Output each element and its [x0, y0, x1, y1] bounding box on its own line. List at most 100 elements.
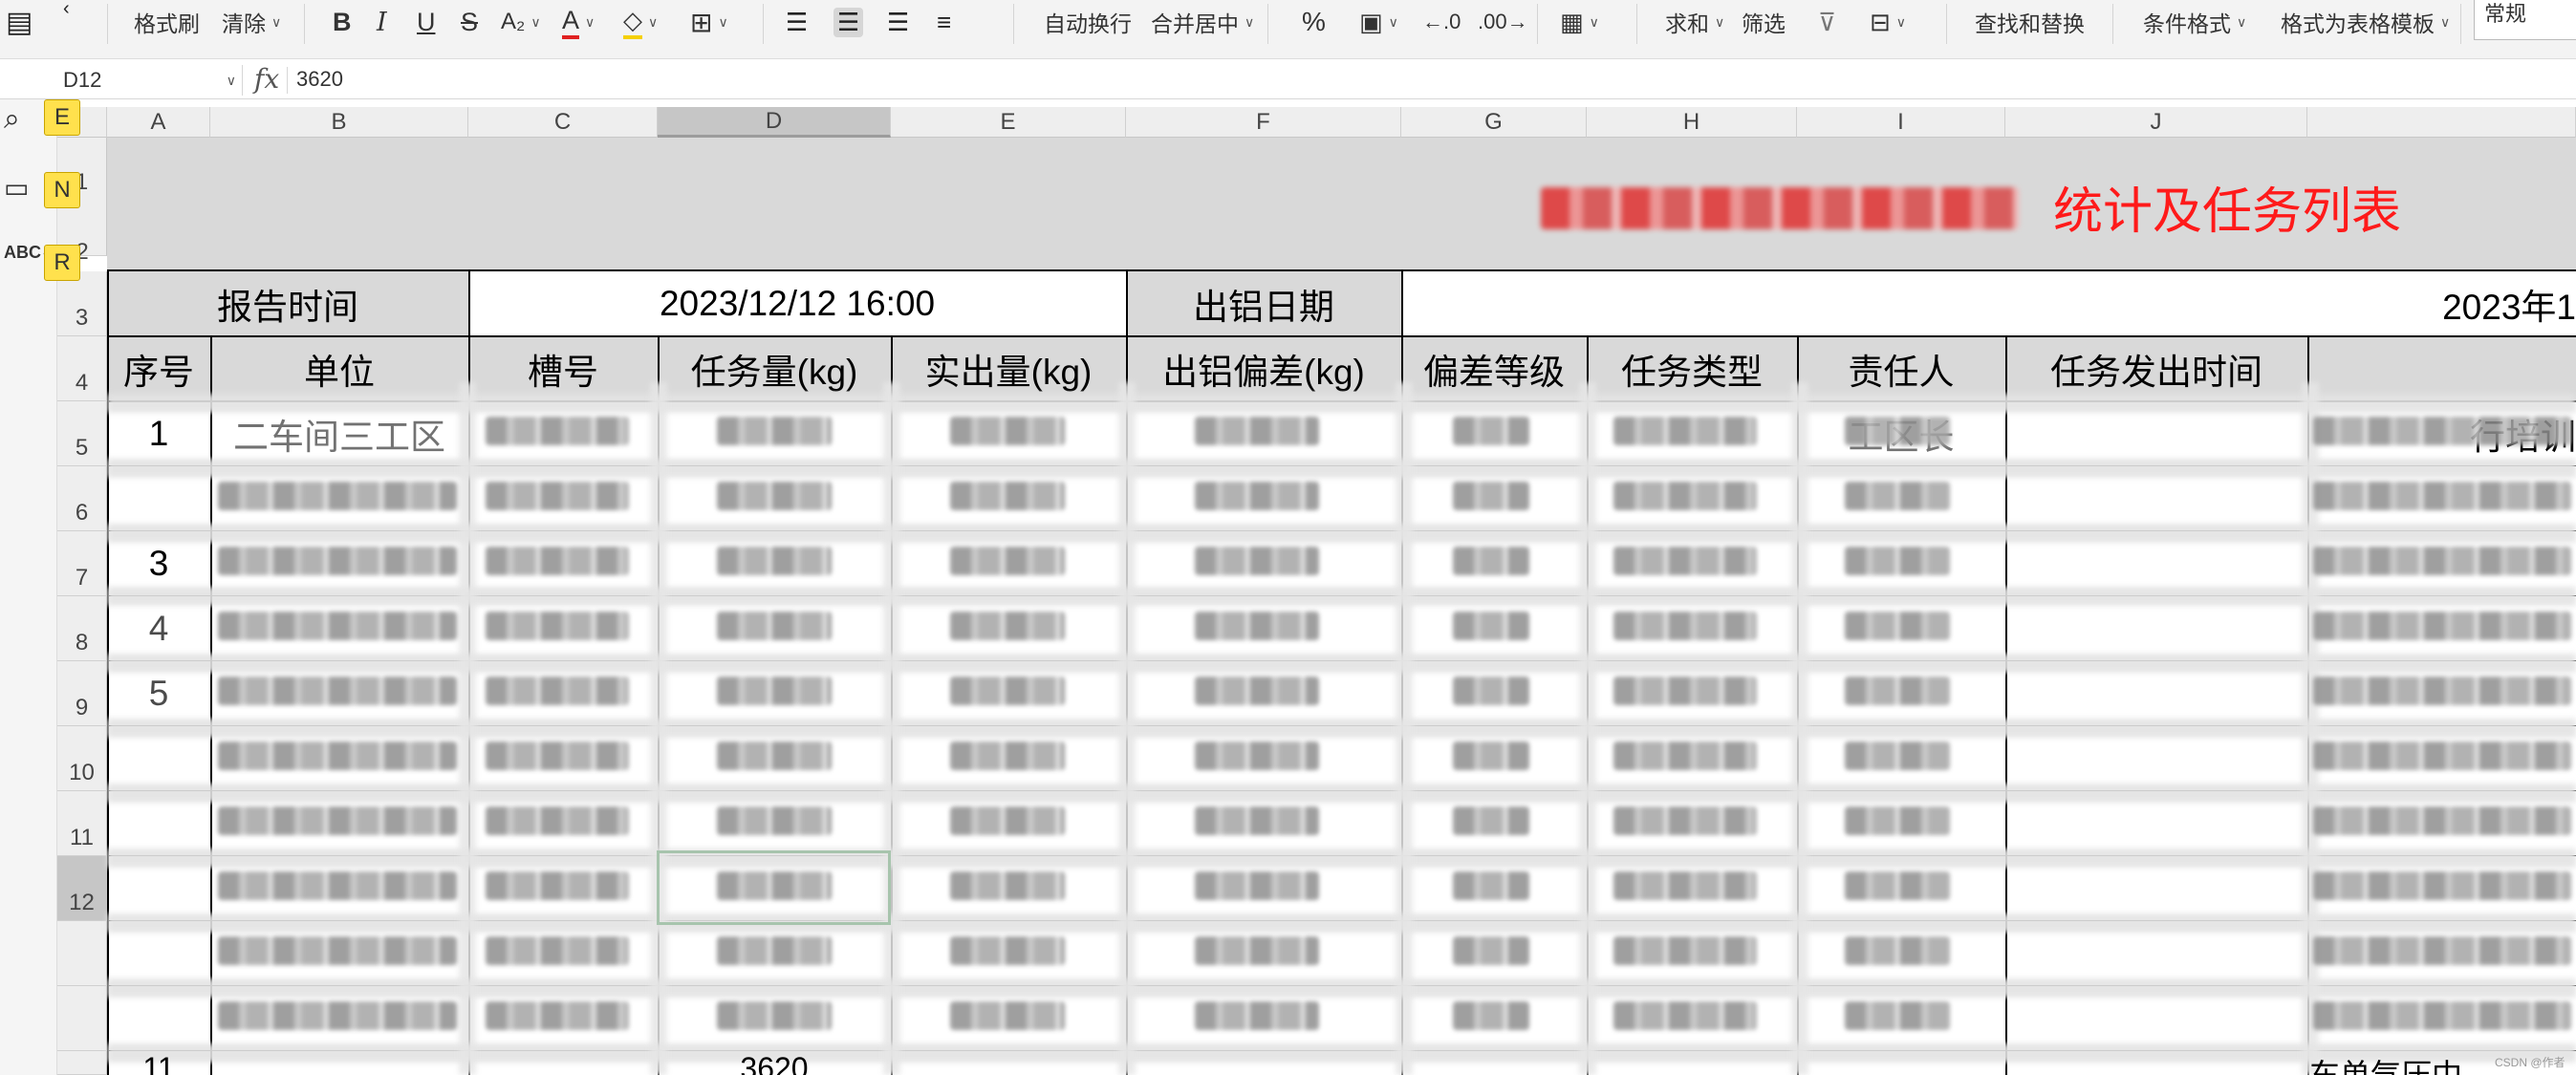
obscured-cell-content: [717, 612, 832, 640]
obscured-cell-content: [1453, 417, 1529, 445]
filter-button[interactable]: 筛选: [1742, 0, 1786, 44]
row-header-10[interactable]: 10: [57, 726, 107, 791]
column-header-g[interactable]: G: [1401, 107, 1587, 138]
column-header-a[interactable]: A: [107, 107, 210, 138]
subscript-button[interactable]: A₂ ∨: [501, 0, 541, 44]
clear-filter-button[interactable]: ⊽: [1818, 0, 1836, 44]
column-header-f[interactable]: F: [1126, 107, 1401, 138]
row15-note[interactable]: 车单气压中: [2309, 1051, 2500, 1075]
conditional-format-button[interactable]: 条件格式 ∨: [2143, 0, 2246, 44]
row-header-6[interactable]: 6: [57, 466, 107, 531]
row-header-8[interactable]: 8: [57, 596, 107, 661]
table-button[interactable]: ▦ ∨: [1560, 0, 1599, 44]
form-button[interactable]: ⊟ ∨: [1870, 0, 1906, 44]
active-cell-selection[interactable]: [657, 850, 891, 925]
tap-date-value[interactable]: 2023年1: [2428, 271, 2576, 336]
row-header-5[interactable]: 5: [57, 401, 107, 466]
auto-wrap-label: 自动换行: [1044, 11, 1132, 36]
column-header-e[interactable]: E: [891, 107, 1126, 138]
row-header-11[interactable]: 11: [57, 791, 107, 856]
fx-label: fx: [254, 63, 280, 95]
merge-center-button[interactable]: 合并居中 ∨: [1151, 0, 1254, 44]
justify-button[interactable]: ≡: [937, 0, 951, 44]
header-text: 序号: [123, 353, 194, 392]
row-header-3[interactable]: 3: [57, 271, 107, 336]
row15-seq[interactable]: 11: [107, 1051, 210, 1075]
auto-wrap-button[interactable]: 自动换行: [1044, 0, 1132, 44]
row7-seq[interactable]: 3: [107, 531, 210, 596]
column-header-h[interactable]: H: [1587, 107, 1797, 138]
header-seq[interactable]: 序号: [107, 336, 210, 401]
row5-unit[interactable]: 二车间三工区: [210, 401, 468, 466]
formula-input[interactable]: 3620: [296, 67, 343, 92]
row15-task[interactable]: 3620: [658, 1051, 891, 1075]
align-left-button[interactable]: ☰: [786, 0, 808, 44]
obscured-cell-content: [1453, 936, 1529, 965]
number-format-select[interactable]: 常规: [2474, 0, 2576, 40]
gridline: [107, 269, 2576, 271]
report-time-value[interactable]: 2023/12/12 16:00: [468, 271, 1126, 336]
clear-button[interactable]: 清除 ∨: [222, 0, 281, 44]
redaction-band: [107, 719, 2576, 738]
header-owner[interactable]: 责任人: [1797, 336, 2005, 401]
table-template-button[interactable]: 格式为表格模板 ∨: [2281, 0, 2450, 44]
currency-button[interactable]: ▣ ∨: [1359, 0, 1398, 44]
report-time-label-text: 报告时间: [217, 288, 358, 327]
font-color-button[interactable]: A ∨: [562, 0, 595, 44]
column-header-j[interactable]: J: [2005, 107, 2307, 138]
row-header-14[interactable]: [57, 986, 107, 1051]
bold-button[interactable]: B: [333, 0, 352, 44]
borders-button[interactable]: ⊞ ∨: [690, 0, 728, 44]
header-actual-amount[interactable]: 实出量(kg): [891, 336, 1126, 401]
row-header-7[interactable]: 7: [57, 531, 107, 596]
search-icon[interactable]: ⌕: [4, 103, 20, 136]
header-task-amount[interactable]: 任务量(kg): [658, 336, 891, 401]
find-replace-button[interactable]: 查找和替换: [1975, 0, 2085, 44]
obscured-cell-content: [1195, 871, 1319, 900]
column-header-i[interactable]: I: [1797, 107, 2005, 138]
col-label: F: [1256, 108, 1270, 135]
comment-icon[interactable]: ▭: [4, 172, 29, 204]
clear-filter-icon: ⊽: [1818, 7, 1837, 36]
obscured-cell-content: [1613, 806, 1757, 835]
redaction-band: [107, 849, 2576, 868]
row5-seq[interactable]: 1: [107, 401, 210, 466]
align-right-button[interactable]: ☰: [887, 0, 909, 44]
row9-seq[interactable]: 5: [107, 661, 210, 726]
paste-icon[interactable]: ▤: [6, 0, 32, 44]
row-header-12[interactable]: 12: [57, 856, 107, 921]
row-header-4[interactable]: 4: [57, 336, 107, 401]
increase-decimal-button[interactable]: .00→: [1478, 0, 1528, 44]
collapse-chevron-icon[interactable]: ‹: [63, 0, 70, 31]
name-box[interactable]: D12 ∨: [57, 65, 243, 96]
function-icon[interactable]: fx: [254, 63, 279, 95]
fill-color-button[interactable]: ◇ ∨: [623, 0, 658, 44]
row-header-9[interactable]: 9: [57, 661, 107, 726]
strikethrough-button[interactable]: S: [461, 0, 478, 44]
column-header-b[interactable]: B: [210, 107, 468, 138]
cell-ref: D12: [63, 68, 102, 92]
obscured-cell-content: [1453, 871, 1529, 900]
column-header-c[interactable]: C: [468, 107, 658, 138]
header-issue-time[interactable]: 任务发出时间: [2005, 336, 2307, 401]
row-label: 8: [75, 630, 89, 656]
sum-button[interactable]: 求和 ∨: [1665, 0, 1724, 44]
header-task-type[interactable]: 任务类型: [1587, 336, 1797, 401]
align-center-button[interactable]: ☰: [833, 0, 864, 44]
gridline: [2005, 336, 2007, 1075]
italic-button[interactable]: I: [377, 0, 387, 44]
format-painter-button[interactable]: 格式刷: [134, 0, 200, 44]
header-deviation-level[interactable]: 偏差等级: [1401, 336, 1587, 401]
underline-button[interactable]: U: [417, 0, 436, 44]
decrease-decimal-button[interactable]: ←.0: [1422, 0, 1461, 44]
row8-seq[interactable]: 4: [107, 596, 210, 661]
column-header-k[interactable]: [2307, 107, 2576, 138]
row-header-13[interactable]: [57, 921, 107, 986]
header-deviation[interactable]: 出铝偏差(kg): [1126, 336, 1401, 401]
row-header-15[interactable]: [57, 1051, 107, 1075]
header-unit[interactable]: 单位: [210, 336, 468, 401]
header-cell-no[interactable]: 槽号: [468, 336, 658, 401]
increase-decimal-icon: .00→: [1478, 10, 1528, 33]
column-header-d[interactable]: D: [658, 107, 891, 138]
percent-button[interactable]: %: [1302, 0, 1326, 44]
